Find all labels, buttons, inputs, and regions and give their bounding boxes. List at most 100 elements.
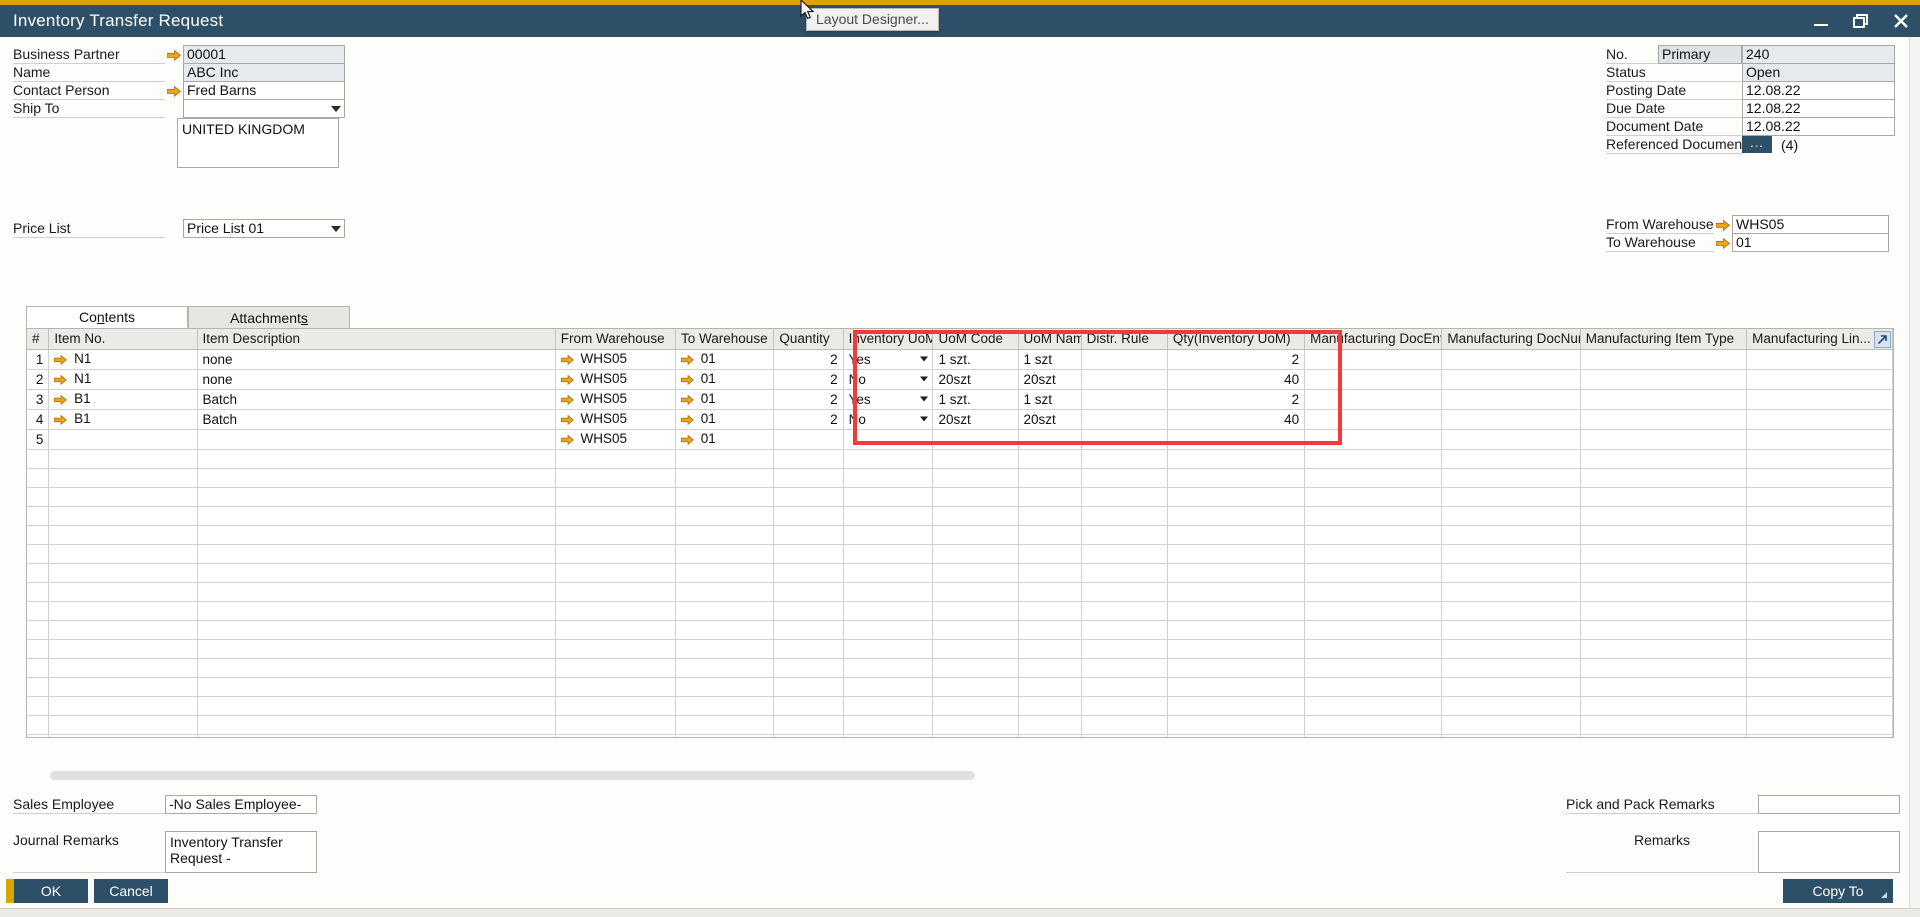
col-header-rownum[interactable]: # [27,329,49,349]
cell-item-no[interactable]: B1 [49,409,197,429]
cell-empty[interactable] [1305,715,1442,734]
row-number[interactable]: 3 [27,389,49,409]
cell-empty[interactable] [1167,563,1304,582]
cell-empty[interactable] [49,487,197,506]
cell-empty[interactable] [1305,449,1442,468]
cell-empty[interactable] [1442,677,1580,696]
cell-empty[interactable] [1747,658,1893,677]
col-header-distr-rule[interactable]: Distr. Rule [1081,329,1167,349]
cell-empty[interactable] [1580,677,1746,696]
cell-empty[interactable] [1018,563,1081,582]
cell-empty[interactable] [774,696,843,715]
from-warehouse-input[interactable]: WHS05 [1732,215,1889,234]
row-number[interactable]: 2 [27,369,49,389]
cell-empty[interactable] [1442,658,1580,677]
cell-empty[interactable] [1081,658,1167,677]
table-row-empty[interactable] [27,563,1893,582]
cell-empty[interactable] [843,601,933,620]
cell-empty[interactable] [555,620,675,639]
cell-empty[interactable] [555,506,675,525]
cell-empty[interactable] [1167,468,1304,487]
cell-empty[interactable] [1081,677,1167,696]
ship-to-address-memo[interactable]: UNITED KINGDOM [177,118,339,168]
cell-empty[interactable] [843,449,933,468]
cell-empty[interactable] [676,506,774,525]
cell-empty[interactable] [1018,677,1081,696]
cell-empty[interactable] [774,734,843,738]
cell-empty[interactable] [1305,639,1442,658]
row-link-arrow-icon[interactable] [54,373,70,388]
cell-empty[interactable] [933,563,1018,582]
table-row-empty[interactable] [27,658,1893,677]
col-header-inventory-uom[interactable]: Inventory UoM [843,329,933,349]
cell-empty[interactable] [197,487,555,506]
cell-empty[interactable] [1018,658,1081,677]
cell-empty[interactable] [774,582,843,601]
cell-empty[interactable] [843,696,933,715]
cell-empty[interactable] [1747,696,1893,715]
cell-mfg-docnum[interactable] [1442,409,1580,429]
cell-empty[interactable] [555,487,675,506]
cell-empty[interactable] [933,696,1018,715]
cell-empty[interactable] [843,506,933,525]
cell-empty[interactable] [1018,639,1081,658]
cell-empty[interactable] [1167,620,1304,639]
row-link-arrow-icon[interactable] [561,433,577,448]
cell-empty[interactable] [49,506,197,525]
cell-empty[interactable] [1580,658,1746,677]
row-link-arrow-icon[interactable] [561,393,577,408]
cell-empty[interactable] [1018,506,1081,525]
row-number[interactable] [27,582,49,601]
cell-item-no[interactable] [49,429,197,449]
row-link-arrow-icon[interactable] [561,413,577,428]
cell-empty[interactable] [933,715,1018,734]
cell-quantity[interactable]: 2 [774,389,843,409]
table-row-empty[interactable] [27,449,1893,468]
cell-empty[interactable] [1167,658,1304,677]
cell-empty[interactable] [933,658,1018,677]
cell-empty[interactable] [1081,620,1167,639]
cell-inventory-uom[interactable]: No [843,369,933,389]
cell-empty[interactable] [1167,734,1304,738]
cell-empty[interactable] [1018,468,1081,487]
col-header-uom-code[interactable]: UoM Code [933,329,1018,349]
cell-inventory-uom[interactable]: No [843,409,933,429]
tab-contents[interactable]: Contents [26,306,188,328]
cell-empty[interactable] [774,544,843,563]
row-link-arrow-icon[interactable] [561,373,577,388]
cell-empty[interactable] [1580,696,1746,715]
cell-empty[interactable] [1442,620,1580,639]
cell-empty[interactable] [49,563,197,582]
cell-empty[interactable] [1081,601,1167,620]
cell-quantity[interactable] [774,429,843,449]
row-number[interactable] [27,525,49,544]
table-row-empty[interactable] [27,696,1893,715]
cell-empty[interactable] [1081,544,1167,563]
col-header-item-description[interactable]: Item Description [197,329,555,349]
cell-empty[interactable] [676,639,774,658]
cell-mfg-docnum[interactable] [1442,389,1580,409]
cell-empty[interactable] [1580,449,1746,468]
cell-empty[interactable] [49,544,197,563]
row-number[interactable] [27,563,49,582]
cell-empty[interactable] [1580,639,1746,658]
cell-empty[interactable] [1580,601,1746,620]
cell-empty[interactable] [197,582,555,601]
row-link-arrow-icon[interactable] [681,373,697,388]
col-header-uom-name[interactable]: UoM Name [1018,329,1081,349]
row-link-arrow-icon[interactable] [681,413,697,428]
cell-empty[interactable] [555,525,675,544]
cell-empty[interactable] [1167,639,1304,658]
cell-empty[interactable] [1747,506,1893,525]
cell-empty[interactable] [774,715,843,734]
cell-empty[interactable] [1305,544,1442,563]
row-link-arrow-icon[interactable] [54,413,70,428]
cell-empty[interactable] [1747,601,1893,620]
cell-uom-code[interactable]: 20szt [933,369,1018,389]
pick-and-pack-remarks-input[interactable] [1758,795,1900,814]
to-warehouse-input[interactable]: 01 [1732,233,1889,252]
col-header-mfg-line[interactable]: Manufacturing Lin... [1747,329,1893,349]
cell-empty[interactable] [774,468,843,487]
cell-from-warehouse[interactable]: WHS05 [555,369,675,389]
window-vertical-scrollbar[interactable] [1909,37,1920,908]
